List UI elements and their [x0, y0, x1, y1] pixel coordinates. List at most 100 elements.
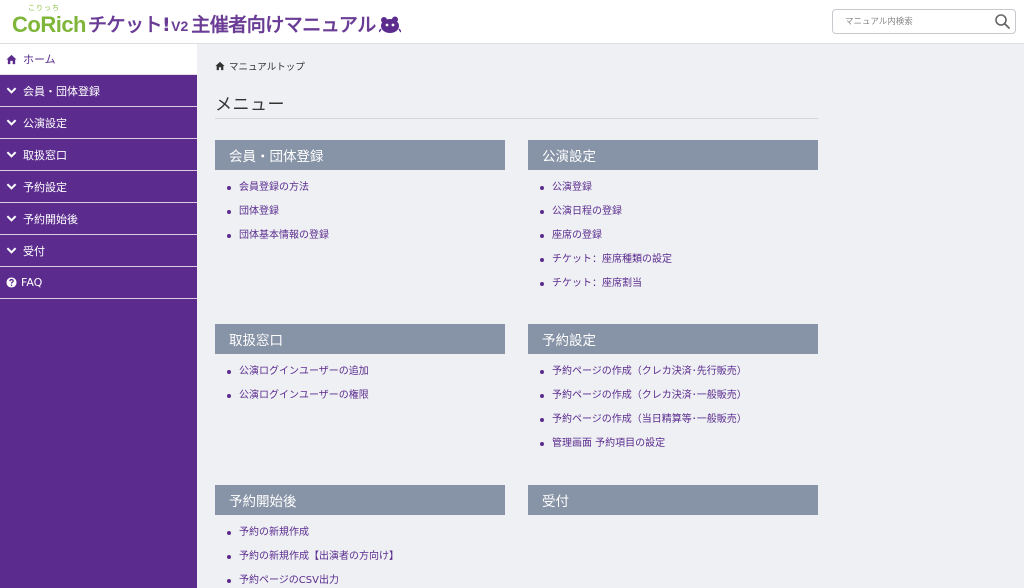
section-sales-window: 取扱窓口 公演ログインユーザーの追加 公演ログインユーザーの権限	[215, 324, 505, 413]
manual-link[interactable]: 予約ページのCSV出力	[239, 574, 339, 588]
sidebar-item-reception[interactable]: 受付	[0, 235, 197, 267]
bullet-icon	[540, 234, 544, 238]
manual-link[interactable]: 団体登録	[239, 205, 279, 219]
manual-link[interactable]: 公演日程の登録	[552, 205, 622, 219]
list-item: 会員登録の方法	[227, 181, 505, 205]
mascot-icon	[378, 16, 401, 33]
bullet-icon	[540, 418, 544, 422]
manual-link[interactable]: 会員登録の方法	[239, 181, 309, 195]
home-icon	[6, 54, 17, 64]
manual-link[interactable]: 公演ログインユーザーの追加	[239, 365, 369, 379]
sidebar-item-home[interactable]: ホーム	[0, 44, 197, 75]
section-title: 受付	[528, 485, 818, 515]
section-after-reservation-start: 予約開始後 予約の新規作成 予約の新規作成【出演者の方向け】 予約ページのCSV…	[215, 485, 505, 588]
manual-link[interactable]: 予約ページの作成（当日精算等･一般販売）	[552, 413, 747, 427]
list-item: チケット：座席種類の設定	[540, 253, 818, 277]
site-logo[interactable]: こりっち CoRich チケット! V2 主催者向けマニュアル	[12, 4, 401, 38]
chevron-down-icon	[6, 183, 17, 190]
breadcrumb-item-manual-top[interactable]: マニュアルトップ	[229, 59, 305, 73]
list-item: 予約の新規作成【出演者の方向け】	[227, 550, 505, 574]
manual-link[interactable]: 公演登録	[552, 181, 592, 195]
sidebar-item-label: 予約設定	[23, 180, 67, 194]
section-title: 予約開始後	[215, 485, 505, 515]
logo-version-text: V2	[171, 18, 189, 34]
link-list: 予約の新規作成 予約の新規作成【出演者の方向け】 予約ページのCSV出力	[215, 515, 505, 588]
sidebar-item-sales-window[interactable]: 取扱窓口	[0, 139, 197, 171]
sidebar-item-after-reservation-start[interactable]: 予約開始後	[0, 203, 197, 235]
bullet-icon	[540, 186, 544, 190]
sidebar-item-performance-settings[interactable]: 公演設定	[0, 107, 197, 139]
section-member-registration: 会員・団体登録 会員登録の方法 団体登録 団体基本情報の登録	[215, 140, 505, 253]
bullet-icon	[227, 531, 231, 535]
section-title: 公演設定	[528, 140, 818, 170]
section-title: 取扱窓口	[215, 324, 505, 354]
manual-link[interactable]: 予約の新規作成【出演者の方向け】	[239, 550, 399, 564]
manual-link[interactable]: チケット：座席割当	[552, 277, 642, 291]
link-list: 予約ページの作成（クレカ決済･先行販売） 予約ページの作成（クレカ決済･一般販売…	[528, 354, 818, 461]
bullet-icon	[227, 579, 231, 583]
list-item: 公演ログインユーザーの追加	[227, 365, 505, 389]
section-reception: 受付	[528, 485, 818, 515]
list-item: 予約ページの作成（クレカ決済･一般販売）	[540, 389, 818, 413]
list-item: 公演日程の登録	[540, 205, 818, 229]
bullet-icon	[540, 394, 544, 398]
manual-link[interactable]: 公演ログインユーザーの権限	[239, 389, 369, 403]
sidebar-item-member-registration[interactable]: 会員・団体登録	[0, 75, 197, 107]
manual-link[interactable]: 団体基本情報の登録	[239, 229, 329, 243]
bullet-icon	[540, 258, 544, 262]
sidebar-item-label: FAQ	[21, 276, 43, 289]
bullet-icon	[227, 210, 231, 214]
list-item: 予約ページのCSV出力	[227, 574, 505, 588]
list-item: チケット：座席割当	[540, 277, 818, 301]
list-item: 予約の新規作成	[227, 526, 505, 550]
bullet-icon	[540, 282, 544, 286]
section-title: 予約設定	[528, 324, 818, 354]
bullet-icon	[227, 555, 231, 559]
manual-link[interactable]: 予約の新規作成	[239, 526, 309, 540]
title-divider	[215, 118, 818, 119]
manual-link[interactable]: 予約ページの作成（クレカ決済･一般販売）	[552, 389, 747, 403]
sidebar-item-faq[interactable]: FAQ	[0, 267, 197, 299]
home-icon	[215, 61, 225, 71]
list-item: 団体登録	[227, 205, 505, 229]
logo-brand-text: CoRich	[12, 12, 87, 37]
bullet-icon	[227, 234, 231, 238]
bullet-icon	[227, 394, 231, 398]
top-header: こりっち CoRich チケット! V2 主催者向けマニュアル	[0, 0, 1024, 44]
bullet-icon	[227, 186, 231, 190]
link-list: 公演ログインユーザーの追加 公演ログインユーザーの権限	[215, 354, 505, 413]
sidebar-item-label: 受付	[23, 244, 45, 258]
search-input[interactable]	[833, 10, 988, 33]
bullet-icon	[540, 370, 544, 374]
bullet-icon	[540, 442, 544, 446]
logo-title-text: チケット!	[88, 14, 171, 36]
link-list: 公演登録 公演日程の登録 座席の登録 チケット：座席種類の設定 チケット：座席割…	[528, 170, 818, 301]
manual-link[interactable]: 予約ページの作成（クレカ決済･先行販売）	[552, 365, 747, 379]
question-circle-icon	[6, 277, 17, 288]
list-item: 公演ログインユーザーの権限	[227, 389, 505, 413]
sidebar-item-label: ホーム	[23, 53, 56, 66]
section-reservation-settings: 予約設定 予約ページの作成（クレカ決済･先行販売） 予約ページの作成（クレカ決済…	[528, 324, 818, 461]
sidebar-item-reservation-settings[interactable]: 予約設定	[0, 171, 197, 203]
chevron-down-icon	[6, 119, 17, 126]
list-item: 団体基本情報の登録	[227, 229, 505, 253]
search-box	[832, 9, 1016, 34]
section-performance-settings: 公演設定 公演登録 公演日程の登録 座席の登録 チケット：座席種類の設定 チケッ…	[528, 140, 818, 301]
bullet-icon	[227, 370, 231, 374]
logo-subtitle-text: 主催者向けマニュアル	[191, 14, 376, 36]
manual-link[interactable]: 管理画面 予約項目の設定	[552, 437, 665, 451]
search-icon[interactable]	[994, 13, 1011, 30]
list-item: 予約ページの作成（クレカ決済･先行販売）	[540, 365, 818, 389]
sidebar-item-label: 取扱窓口	[23, 148, 67, 162]
manual-link[interactable]: チケット：座席種類の設定	[552, 253, 672, 267]
manual-link[interactable]: 座席の登録	[552, 229, 602, 243]
list-item: 公演登録	[540, 181, 818, 205]
logo-ruby-text: こりっち	[28, 4, 60, 12]
breadcrumb: マニュアルトップ	[215, 59, 305, 73]
sidebar-item-label: 会員・団体登録	[23, 84, 100, 98]
list-item: 座席の登録	[540, 229, 818, 253]
sidebar-item-label: 公演設定	[23, 116, 67, 130]
list-item: 管理画面 予約項目の設定	[540, 437, 818, 461]
chevron-down-icon	[6, 151, 17, 158]
chevron-down-icon	[6, 87, 17, 94]
